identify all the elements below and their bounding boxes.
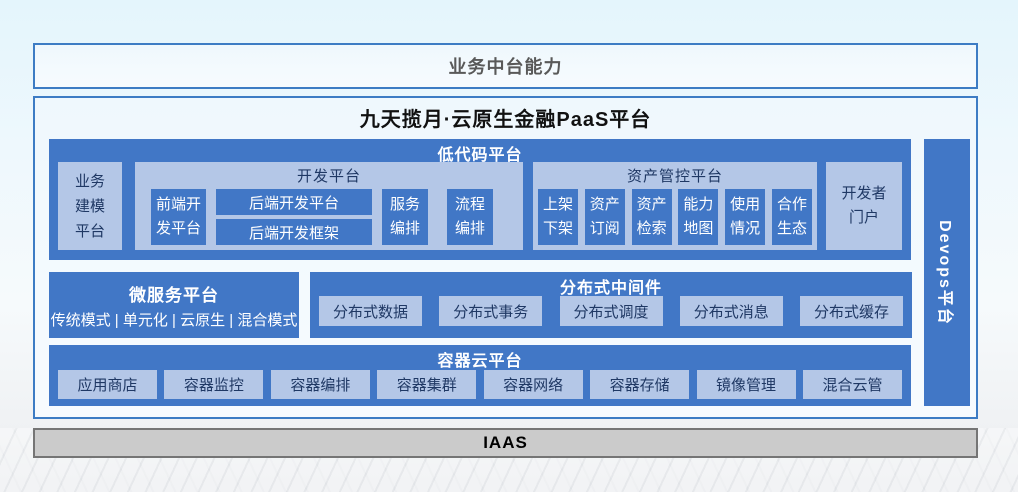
paas-platform-panel: 九天揽月·云原生金融PaaS平台 低代码平台 业务 建模 平台 开发平台 前端开… bbox=[33, 96, 978, 419]
middleware-item-label: 分布式事务 bbox=[453, 301, 528, 322]
frontend-dev-box: 前端开 发平台 bbox=[151, 189, 206, 245]
distributed-middleware-title: 分布式中间件 bbox=[310, 274, 912, 298]
container-item-orchestration: 容器编排 bbox=[271, 370, 370, 399]
container-cloud-section: 容器云平台 应用商店 容器监控 容器编排 容器集群 容器网络 容器存储 镜像管理… bbox=[49, 345, 911, 406]
asset-control-items: 上架 下架 资产 订阅 资产 检索 能力 地图 使用 情况 合作 生态 bbox=[533, 189, 817, 245]
container-item-app-store: 应用商店 bbox=[58, 370, 157, 399]
container-item-label: 混合云管 bbox=[822, 374, 882, 395]
developer-portal-box: 开发者 门户 bbox=[826, 162, 902, 250]
service-orchestration-box: 服务 编排 bbox=[382, 189, 428, 245]
container-cloud-title: 容器云平台 bbox=[49, 347, 911, 371]
middleware-item-label: 分布式调度 bbox=[573, 301, 648, 322]
iaas-label: IAAS bbox=[483, 433, 528, 453]
middleware-item-cache: 分布式缓存 bbox=[800, 296, 903, 326]
middleware-item-scheduling: 分布式调度 bbox=[560, 296, 663, 326]
asset-item-onoff-shelf: 上架 下架 bbox=[538, 189, 578, 245]
distributed-middleware-section: 分布式中间件 分布式数据 分布式事务 分布式调度 分布式消息 分布式缓存 bbox=[310, 272, 912, 338]
container-item-label: 容器集群 bbox=[397, 374, 457, 395]
devops-platform-bar: Devops平台 bbox=[924, 139, 970, 406]
backend-dev-framework-box: 后端开发框架 bbox=[216, 219, 372, 245]
middleware-item-label: 分布式消息 bbox=[694, 301, 769, 322]
container-cloud-items: 应用商店 容器监控 容器编排 容器集群 容器网络 容器存储 镜像管理 混合云管 bbox=[49, 370, 911, 399]
asset-item-label: 资产 检索 bbox=[637, 193, 667, 241]
dev-platform-group: 开发平台 前端开 发平台 后端开发平台 后端开发框架 服务 编排 流程 编排 bbox=[135, 162, 523, 250]
container-item-image-mgmt: 镜像管理 bbox=[697, 370, 796, 399]
container-item-label: 镜像管理 bbox=[716, 374, 776, 395]
middleware-item-label: 分布式数据 bbox=[333, 301, 408, 322]
asset-item-search: 资产 检索 bbox=[632, 189, 672, 245]
business-modeling-label: 业务 建模 平台 bbox=[75, 169, 105, 244]
container-item-cluster: 容器集群 bbox=[377, 370, 476, 399]
asset-control-title: 资产管控平台 bbox=[533, 165, 817, 186]
lowcode-platform-section: 低代码平台 业务 建模 平台 开发平台 前端开 发平台 后端开发平台 后端开发框… bbox=[49, 139, 911, 260]
container-item-storage: 容器存储 bbox=[590, 370, 689, 399]
asset-item-capability-map: 能力 地图 bbox=[678, 189, 718, 245]
container-item-label: 容器编排 bbox=[290, 374, 350, 395]
microservice-platform-modes: 传统模式 | 单元化 | 云原生 | 混合模式 bbox=[51, 309, 298, 330]
middleware-item-message: 分布式消息 bbox=[680, 296, 783, 326]
middleware-item-transaction: 分布式事务 bbox=[439, 296, 542, 326]
paas-platform-title: 九天揽月·云原生金融PaaS平台 bbox=[35, 103, 976, 132]
microservice-platform-title: 微服务平台 bbox=[129, 281, 219, 306]
process-orchestration-label: 流程 编排 bbox=[455, 193, 485, 241]
frontend-dev-label: 前端开 发平台 bbox=[156, 193, 201, 241]
asset-item-label: 合作 生态 bbox=[777, 193, 807, 241]
microservice-platform-section: 微服务平台 传统模式 | 单元化 | 云原生 | 混合模式 bbox=[49, 272, 299, 338]
asset-item-label: 资产 订阅 bbox=[590, 193, 620, 241]
service-orchestration-label: 服务 编排 bbox=[390, 193, 420, 241]
asset-item-cooperation: 合作 生态 bbox=[772, 189, 812, 245]
container-item-label: 应用商店 bbox=[77, 374, 137, 395]
asset-control-group: 资产管控平台 上架 下架 资产 订阅 资产 检索 能力 地图 使用 情况 合作 … bbox=[533, 162, 817, 250]
business-midplatform-title: 业务中台能力 bbox=[449, 53, 563, 79]
dev-platform-title: 开发平台 bbox=[135, 165, 523, 186]
business-midplatform-banner: 业务中台能力 bbox=[33, 43, 978, 89]
developer-portal-label: 开发者 门户 bbox=[841, 182, 886, 230]
distributed-middleware-items: 分布式数据 分布式事务 分布式调度 分布式消息 分布式缓存 bbox=[310, 296, 912, 326]
devops-platform-label: Devops平台 bbox=[935, 220, 959, 326]
middleware-item-data: 分布式数据 bbox=[319, 296, 422, 326]
asset-item-label: 使用 情况 bbox=[730, 193, 760, 241]
container-item-network: 容器网络 bbox=[484, 370, 583, 399]
asset-item-label: 能力 地图 bbox=[683, 193, 713, 241]
backend-dev-framework-label: 后端开发框架 bbox=[249, 222, 339, 243]
container-item-monitoring: 容器监控 bbox=[164, 370, 263, 399]
middleware-item-label: 分布式缓存 bbox=[814, 301, 889, 322]
asset-item-subscription: 资产 订阅 bbox=[585, 189, 625, 245]
container-item-hybrid-cloud: 混合云管 bbox=[803, 370, 902, 399]
asset-item-usage: 使用 情况 bbox=[725, 189, 765, 245]
asset-item-label: 上架 下架 bbox=[543, 193, 573, 241]
container-item-label: 容器存储 bbox=[610, 374, 670, 395]
backend-dev-platform-box: 后端开发平台 bbox=[216, 189, 372, 215]
backend-dev-platform-label: 后端开发平台 bbox=[249, 192, 339, 213]
container-item-label: 容器网络 bbox=[503, 374, 563, 395]
iaas-bar: IAAS bbox=[33, 428, 978, 458]
container-item-label: 容器监控 bbox=[184, 374, 244, 395]
business-modeling-box: 业务 建模 平台 bbox=[58, 162, 122, 250]
process-orchestration-box: 流程 编排 bbox=[447, 189, 493, 245]
slide-canvas: 业务中台能力 九天揽月·云原生金融PaaS平台 低代码平台 业务 建模 平台 开… bbox=[0, 0, 1018, 492]
